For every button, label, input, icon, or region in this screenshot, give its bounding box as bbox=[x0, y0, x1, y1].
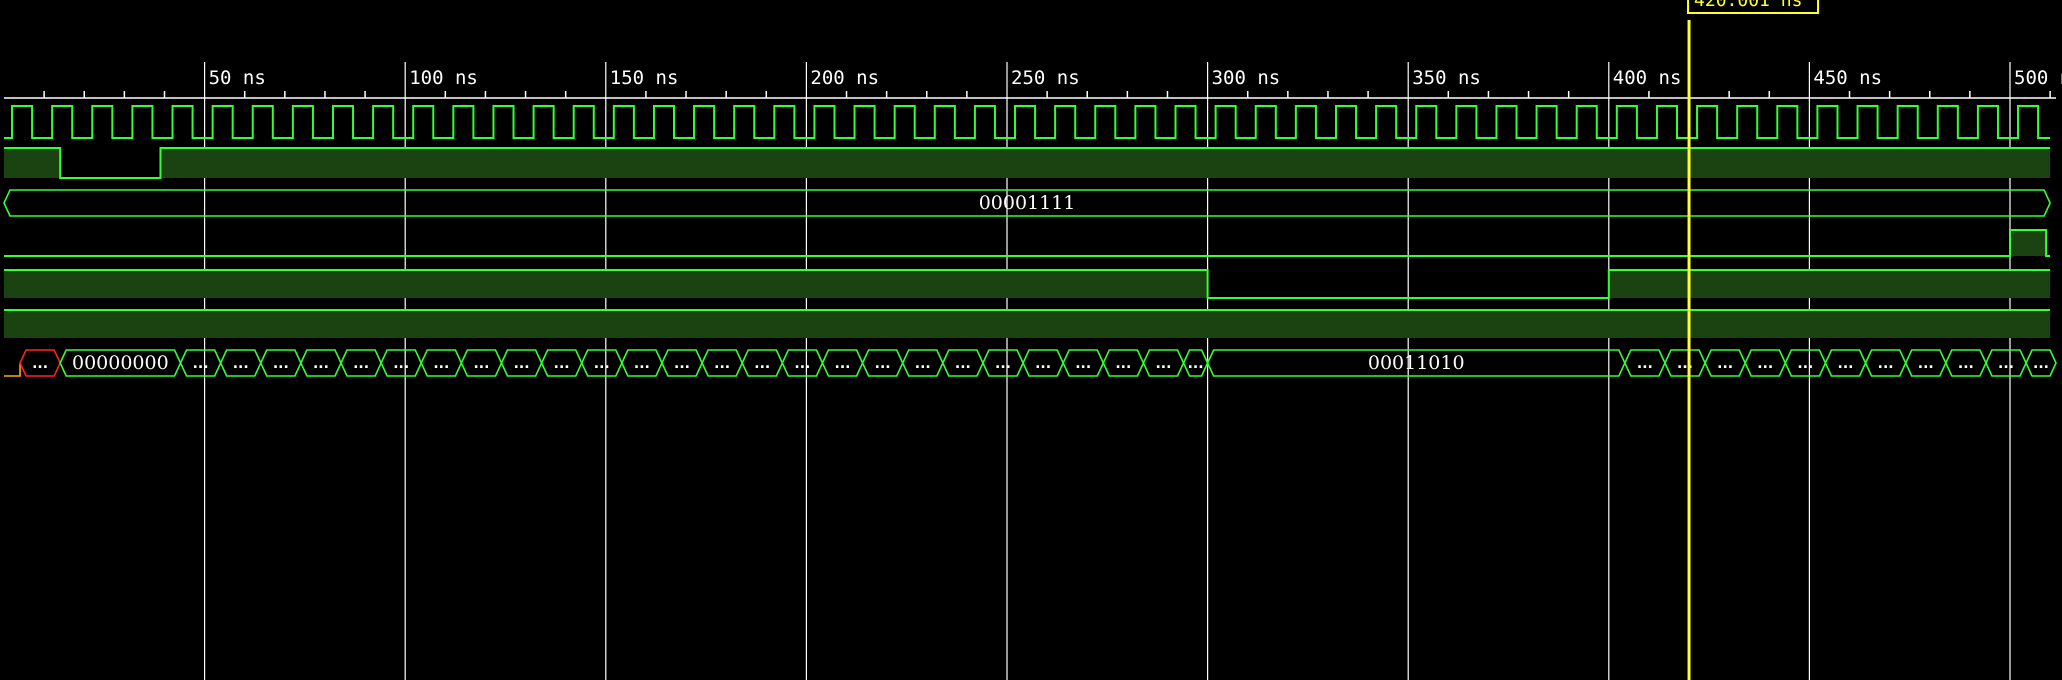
wave-fill bbox=[4, 310, 2051, 338]
bus-value-label: ... bbox=[674, 356, 690, 372]
bus-value-label: ... bbox=[1958, 356, 1974, 372]
bus-value-label: ... bbox=[915, 356, 931, 372]
bus-value-label: ... bbox=[273, 356, 289, 372]
bus-value-label: ... bbox=[1677, 356, 1693, 372]
signal-row-sig4[interactable] bbox=[4, 309, 2051, 338]
wave-fill bbox=[4, 270, 1208, 298]
bus-value-label: ... bbox=[1757, 356, 1773, 372]
waveform-viewer[interactable]: 50 ns 100 ns 150 ns 200 ns 250 ns 300 ns 350 n… bbox=[0, 0, 2062, 680]
wave-fill bbox=[4, 148, 61, 178]
bus-value-label: ... bbox=[794, 356, 810, 372]
bus-value-label: ... bbox=[1918, 356, 1934, 372]
bus-value-label: ... bbox=[835, 356, 851, 372]
ruler-tick-label: 450 ns bbox=[1813, 67, 1882, 89]
bus-value-label: ... bbox=[313, 356, 329, 372]
bus-value-label: ... bbox=[393, 356, 409, 372]
ruler-tick-label: 50 ns bbox=[209, 67, 266, 89]
bus-value-label: ... bbox=[2033, 356, 2049, 372]
bus-value-label: ... bbox=[1637, 356, 1653, 372]
bus-value-label: ... bbox=[1878, 356, 1894, 372]
ruler-tick-label: 400 ns bbox=[1613, 67, 1682, 89]
bus-value-label: 00000000 bbox=[72, 352, 169, 374]
bus-value-label: ... bbox=[1838, 356, 1854, 372]
cursor-time-label: 420.001 ns bbox=[1694, 0, 1802, 11]
bus-value-label: ... bbox=[634, 356, 650, 372]
wave-fill bbox=[1608, 270, 2051, 298]
ruler-tick-label: 250 ns bbox=[1011, 67, 1080, 89]
bus-value-label: ... bbox=[554, 356, 570, 372]
ruler-tick-label: 100 ns bbox=[409, 67, 478, 89]
waveform-canvas[interactable]: 50 ns 100 ns 150 ns 200 ns 250 ns 300 ns 350 n… bbox=[0, 0, 2062, 680]
ruler-tick-label: 300 ns bbox=[1212, 67, 1281, 89]
wave-fill bbox=[2010, 230, 2047, 256]
waveform-background bbox=[0, 0, 2062, 680]
bus-value-label: ... bbox=[433, 356, 449, 372]
bus-value-label: ... bbox=[1115, 356, 1131, 372]
bus-value-label: ... bbox=[875, 356, 891, 372]
ruler-tick-label: 350 ns bbox=[1412, 67, 1481, 89]
bus-value-label: ... bbox=[955, 356, 971, 372]
bus-value-label: ... bbox=[995, 356, 1011, 372]
signal-row-sig1[interactable] bbox=[4, 147, 2051, 179]
bus-value-label: ... bbox=[32, 356, 48, 372]
bus-value-label: ... bbox=[1797, 356, 1813, 372]
ruler-tick-label: 500 ns bbox=[2014, 67, 2062, 89]
bus-value-label: ... bbox=[754, 356, 770, 372]
bus-value-label: ... bbox=[233, 356, 249, 372]
bus-value-label: ... bbox=[193, 356, 209, 372]
wave-fill bbox=[160, 148, 2051, 178]
bus-value-label: ... bbox=[594, 356, 610, 372]
bus-value-label: ... bbox=[1075, 356, 1091, 372]
bus-value-label: ... bbox=[514, 356, 530, 372]
bus-value-label: ... bbox=[1717, 356, 1733, 372]
bus-value-label: 00011010 bbox=[1368, 352, 1465, 374]
bus-value-label: ... bbox=[1155, 356, 1171, 372]
bus-value-label: ... bbox=[473, 356, 489, 372]
ruler-tick-label: 150 ns bbox=[610, 67, 679, 89]
bus-value-label: ... bbox=[1188, 356, 1204, 372]
bus-value-label: ... bbox=[714, 356, 730, 372]
bus-value-label: ... bbox=[1035, 356, 1051, 372]
bus-value-label: ... bbox=[1998, 356, 2014, 372]
ruler-tick-label: 200 ns bbox=[810, 67, 879, 89]
bus-value-label: 00001111 bbox=[979, 192, 1076, 214]
signal-row-sig3[interactable] bbox=[4, 269, 2051, 299]
bus-value-label: ... bbox=[353, 356, 369, 372]
